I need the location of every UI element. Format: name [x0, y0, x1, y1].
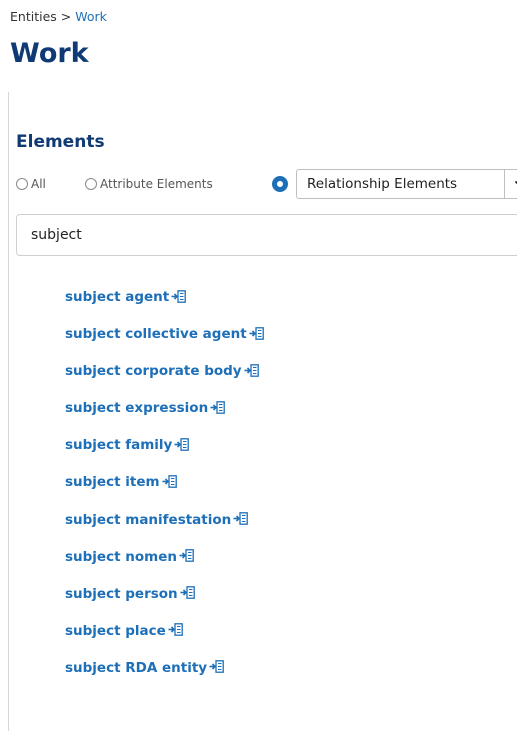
list-item: subject corporate body: [65, 354, 264, 388]
relationship-icon[interactable]: [210, 399, 226, 418]
result-link[interactable]: subject collective agent: [65, 326, 247, 342]
list-item: subject agent: [65, 280, 264, 314]
results-list: subject agent subject collective agent sub…: [65, 280, 264, 688]
page-title: Work: [10, 38, 89, 69]
relationship-icon[interactable]: [244, 362, 259, 381]
list-item: subject item: [65, 465, 264, 499]
radio-attribute-elements-label: Attribute Elements: [100, 177, 213, 191]
result-link[interactable]: subject manifestation: [65, 512, 231, 528]
relationship-icon[interactable]: [162, 473, 177, 492]
list-item: subject family: [65, 428, 264, 462]
list-item: subject manifestation: [65, 503, 264, 537]
element-type-filter: All Attribute Elements Relationship Elem…: [16, 169, 517, 199]
list-item: subject RDA entity: [65, 651, 264, 685]
radio-all[interactable]: All: [16, 169, 46, 199]
radio-attribute-elements[interactable]: Attribute Elements: [85, 169, 213, 199]
relationship-icon[interactable]: [249, 325, 264, 344]
list-item: subject place: [65, 614, 264, 648]
result-link[interactable]: subject place: [65, 623, 166, 639]
breadcrumb-current[interactable]: Work: [75, 9, 107, 24]
result-link[interactable]: subject family: [65, 437, 172, 453]
result-link[interactable]: subject agent: [65, 289, 169, 305]
result-link[interactable]: subject expression: [65, 400, 208, 416]
breadcrumb-root[interactable]: Entities: [10, 9, 57, 24]
relationship-icon[interactable]: [168, 621, 183, 640]
list-item: subject nomen: [65, 540, 264, 574]
search-input[interactable]: [16, 214, 517, 256]
radio-attribute-elements-circle[interactable]: [85, 178, 97, 190]
breadcrumb: Entities > Work: [10, 9, 107, 24]
radio-all-label: All: [31, 177, 46, 191]
select-value: Relationship Elements: [307, 176, 458, 192]
chevron-down-icon[interactable]: [504, 170, 517, 198]
list-item: subject person: [65, 577, 264, 611]
relationship-icon[interactable]: [233, 510, 249, 529]
relationship-icon[interactable]: [180, 584, 195, 603]
result-link[interactable]: subject corporate body: [65, 363, 242, 379]
relationship-icon[interactable]: [209, 658, 224, 677]
result-link[interactable]: subject RDA entity: [65, 660, 207, 676]
relationship-icon[interactable]: [174, 436, 190, 455]
left-divider: [8, 92, 9, 731]
relationship-elements-select[interactable]: Relationship Elements: [296, 169, 517, 199]
breadcrumb-separator: >: [60, 9, 72, 24]
section-title: Elements: [16, 132, 105, 152]
radio-relationship-elements-circle[interactable]: [272, 176, 288, 192]
result-link[interactable]: subject item: [65, 474, 160, 490]
list-item: subject expression: [65, 391, 264, 425]
radio-all-circle[interactable]: [16, 178, 28, 190]
result-link[interactable]: subject nomen: [65, 549, 177, 565]
relationship-icon[interactable]: [171, 288, 187, 307]
radio-relationship-elements[interactable]: [272, 169, 296, 199]
result-link[interactable]: subject person: [65, 586, 178, 602]
list-item: subject collective agent: [65, 317, 264, 351]
page: Entities > Work Work Elements All Attrib…: [0, 0, 517, 731]
relationship-icon[interactable]: [179, 547, 194, 566]
